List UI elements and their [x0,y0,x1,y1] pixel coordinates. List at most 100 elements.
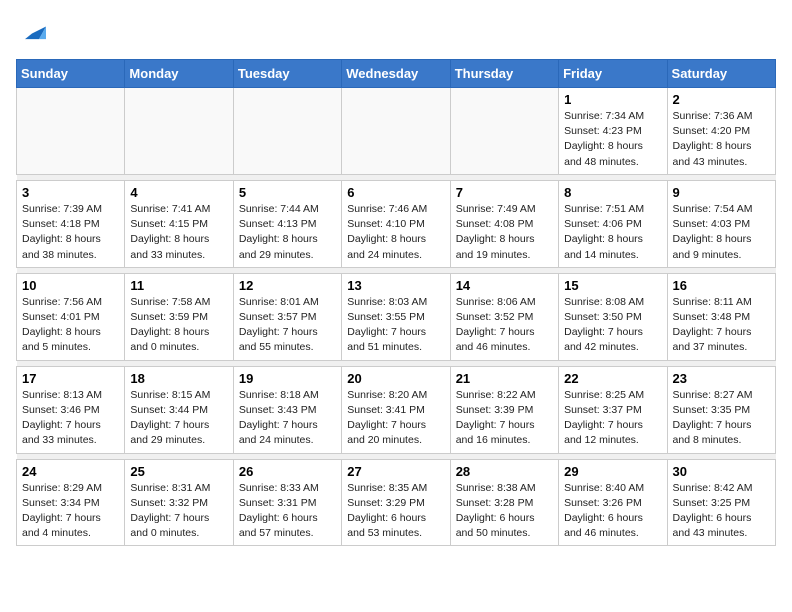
calendar-week-1: 1 Sunrise: 7:34 AM Sunset: 4:23 PM Daylig… [17,88,776,175]
calendar-cell [17,88,125,175]
calendar-header-saturday: Saturday [667,60,775,88]
day-number: 15 [564,278,661,293]
day-number: 12 [239,278,336,293]
day-number: 21 [456,371,553,386]
day-number: 6 [347,185,444,200]
day-number: 1 [564,92,661,107]
day-info: Sunrise: 8:38 AM Sunset: 3:28 PM Dayligh… [456,481,553,542]
calendar-cell: 24 Sunrise: 8:29 AM Sunset: 3:34 PM Dayli… [17,459,125,546]
day-number: 13 [347,278,444,293]
day-info: Sunrise: 8:15 AM Sunset: 3:44 PM Dayligh… [130,388,227,449]
calendar-cell: 5Sunrise: 7:44 AM Sunset: 4:13 PM Daylig… [233,180,341,267]
day-info: Sunrise: 7:39 AM Sunset: 4:18 PM Dayligh… [22,202,119,263]
calendar-cell [233,88,341,175]
calendar-cell: 2Sunrise: 7:36 AM Sunset: 4:20 PM Daylig… [667,88,775,175]
calendar-header-friday: Friday [559,60,667,88]
calendar-cell: 17Sunrise: 8:13 AM Sunset: 3:46 PM Dayli… [17,366,125,453]
calendar-cell: 29 Sunrise: 8:40 AM Sunset: 3:26 PM Dayli… [559,459,667,546]
day-number: 30 [673,464,770,479]
calendar-cell: 27 Sunrise: 8:35 AM Sunset: 3:29 PM Dayli… [342,459,450,546]
day-number: 9 [673,185,770,200]
calendar-cell [125,88,233,175]
calendar-cell: 30 Sunrise: 8:42 AM Sunset: 3:25 PM Dayli… [667,459,775,546]
day-info: Sunrise: 7:34 AM Sunset: 4:23 PM Dayligh… [564,109,661,170]
day-info: Sunrise: 8:35 AM Sunset: 3:29 PM Dayligh… [347,481,444,542]
day-info: Sunrise: 8:11 AM Sunset: 3:48 PM Dayligh… [673,295,770,356]
day-info: Sunrise: 8:08 AM Sunset: 3:50 PM Dayligh… [564,295,661,356]
day-number: 11 [130,278,227,293]
calendar-cell: 1 Sunrise: 7:34 AM Sunset: 4:23 PM Daylig… [559,88,667,175]
day-number: 8 [564,185,661,200]
day-info: Sunrise: 8:22 AM Sunset: 3:39 PM Dayligh… [456,388,553,449]
day-number: 17 [22,371,119,386]
day-info: Sunrise: 8:27 AM Sunset: 3:35 PM Dayligh… [673,388,770,449]
calendar-cell: 19Sunrise: 8:18 AM Sunset: 3:43 PM Dayli… [233,366,341,453]
day-number: 24 [22,464,119,479]
day-info: Sunrise: 8:01 AM Sunset: 3:57 PM Dayligh… [239,295,336,356]
day-number: 10 [22,278,119,293]
calendar-header-row: SundayMondayTuesdayWednesdayThursdayFrid… [17,60,776,88]
day-info: Sunrise: 7:58 AM Sunset: 3:59 PM Dayligh… [130,295,227,356]
calendar-cell: 8 Sunrise: 7:51 AM Sunset: 4:06 PM Daylig… [559,180,667,267]
calendar-cell: 6 Sunrise: 7:46 AM Sunset: 4:10 PM Daylig… [342,180,450,267]
day-info: Sunrise: 8:25 AM Sunset: 3:37 PM Dayligh… [564,388,661,449]
day-info: Sunrise: 8:29 AM Sunset: 3:34 PM Dayligh… [22,481,119,542]
calendar-cell: 14 Sunrise: 8:06 AM Sunset: 3:52 PM Dayli… [450,273,558,360]
day-info: Sunrise: 8:31 AM Sunset: 3:32 PM Dayligh… [130,481,227,542]
calendar-cell: 10 Sunrise: 7:56 AM Sunset: 4:01 PM Dayli… [17,273,125,360]
calendar-cell: 3 Sunrise: 7:39 AM Sunset: 4:18 PM Daylig… [17,180,125,267]
calendar-cell: 26 Sunrise: 8:33 AM Sunset: 3:31 PM Dayli… [233,459,341,546]
calendar-cell: 23 Sunrise: 8:27 AM Sunset: 3:35 PM Dayli… [667,366,775,453]
day-number: 3 [22,185,119,200]
day-info: Sunrise: 7:56 AM Sunset: 4:01 PM Dayligh… [22,295,119,356]
day-info: Sunrise: 8:03 AM Sunset: 3:55 PM Dayligh… [347,295,444,356]
day-number: 22 [564,371,661,386]
calendar-week-3: 10 Sunrise: 7:56 AM Sunset: 4:01 PM Dayli… [17,273,776,360]
day-number: 5 [239,185,336,200]
calendar-cell: 25Sunrise: 8:31 AM Sunset: 3:32 PM Dayli… [125,459,233,546]
day-info: Sunrise: 7:54 AM Sunset: 4:03 PM Dayligh… [673,202,770,263]
calendar: SundayMondayTuesdayWednesdayThursdayFrid… [16,59,776,546]
calendar-cell: 20 Sunrise: 8:20 AM Sunset: 3:41 PM Dayli… [342,366,450,453]
day-number: 19 [239,371,336,386]
calendar-header-wednesday: Wednesday [342,60,450,88]
calendar-header-thursday: Thursday [450,60,558,88]
day-info: Sunrise: 7:51 AM Sunset: 4:06 PM Dayligh… [564,202,661,263]
calendar-week-2: 3 Sunrise: 7:39 AM Sunset: 4:18 PM Daylig… [17,180,776,267]
day-info: Sunrise: 8:06 AM Sunset: 3:52 PM Dayligh… [456,295,553,356]
day-info: Sunrise: 8:40 AM Sunset: 3:26 PM Dayligh… [564,481,661,542]
calendar-cell: 22 Sunrise: 8:25 AM Sunset: 3:37 PM Dayli… [559,366,667,453]
day-number: 23 [673,371,770,386]
calendar-header-tuesday: Tuesday [233,60,341,88]
calendar-cell: 15 Sunrise: 8:08 AM Sunset: 3:50 PM Dayli… [559,273,667,360]
logo [16,16,46,49]
day-info: Sunrise: 7:46 AM Sunset: 4:10 PM Dayligh… [347,202,444,263]
calendar-cell: 21 Sunrise: 8:22 AM Sunset: 3:39 PM Dayli… [450,366,558,453]
calendar-week-5: 24 Sunrise: 8:29 AM Sunset: 3:34 PM Dayli… [17,459,776,546]
day-number: 29 [564,464,661,479]
calendar-cell [342,88,450,175]
calendar-week-4: 17Sunrise: 8:13 AM Sunset: 3:46 PM Dayli… [17,366,776,453]
page-header [16,16,776,49]
day-number: 26 [239,464,336,479]
day-info: Sunrise: 7:41 AM Sunset: 4:15 PM Dayligh… [130,202,227,263]
day-number: 16 [673,278,770,293]
calendar-header-sunday: Sunday [17,60,125,88]
calendar-cell: 12 Sunrise: 8:01 AM Sunset: 3:57 PM Dayli… [233,273,341,360]
day-number: 2 [673,92,770,107]
day-number: 27 [347,464,444,479]
day-number: 4 [130,185,227,200]
day-number: 7 [456,185,553,200]
calendar-cell: 16 Sunrise: 8:11 AM Sunset: 3:48 PM Dayli… [667,273,775,360]
calendar-cell: 4 Sunrise: 7:41 AM Sunset: 4:15 PM Daylig… [125,180,233,267]
day-number: 28 [456,464,553,479]
day-info: Sunrise: 8:20 AM Sunset: 3:41 PM Dayligh… [347,388,444,449]
calendar-cell: 11 Sunrise: 7:58 AM Sunset: 3:59 PM Dayli… [125,273,233,360]
calendar-cell: 18 Sunrise: 8:15 AM Sunset: 3:44 PM Dayli… [125,366,233,453]
day-number: 14 [456,278,553,293]
day-info: Sunrise: 8:42 AM Sunset: 3:25 PM Dayligh… [673,481,770,542]
day-number: 18 [130,371,227,386]
calendar-cell: 7Sunrise: 7:49 AM Sunset: 4:08 PM Daylig… [450,180,558,267]
day-info: Sunrise: 8:33 AM Sunset: 3:31 PM Dayligh… [239,481,336,542]
day-number: 20 [347,371,444,386]
